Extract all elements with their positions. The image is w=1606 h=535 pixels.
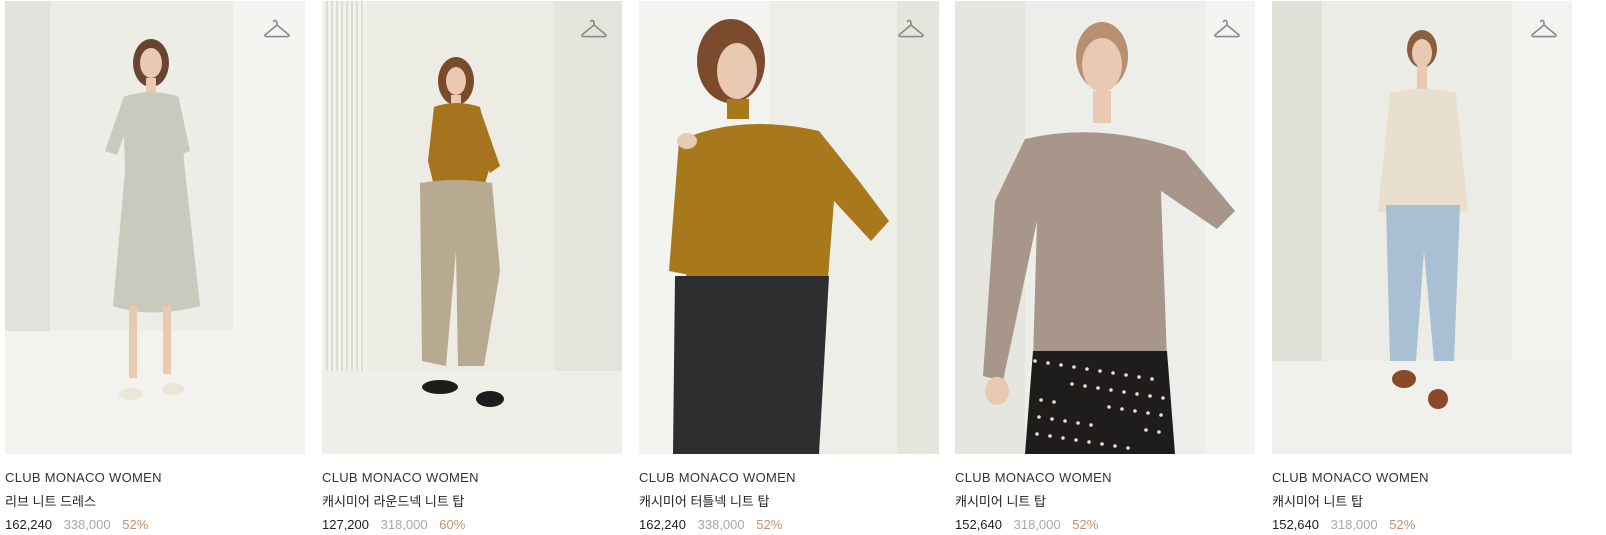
product-brand[interactable]: CLUB MONACO WOMEN [322, 470, 622, 486]
discount-rate: 52% [756, 517, 783, 532]
product-prices: 162,240 338,000 52% [639, 517, 939, 533]
product-brand[interactable]: CLUB MONACO WOMEN [955, 470, 1255, 486]
product-prices: 162,240 338,000 52% [5, 517, 305, 533]
hanger-icon[interactable] [1530, 17, 1558, 41]
hanger-icon[interactable] [897, 17, 925, 41]
original-price: 338,000 [697, 517, 745, 532]
product-photo [639, 1, 939, 454]
hanger-icon[interactable] [263, 17, 291, 41]
product-brand[interactable]: CLUB MONACO WOMEN [5, 470, 305, 486]
original-price: 318,000 [1330, 517, 1378, 532]
product-brand[interactable]: CLUB MONACO WOMEN [1272, 470, 1572, 486]
product-card[interactable]: CLUB MONACO WOMEN 캐시미어 니트 탑 152,640 318,… [955, 1, 1255, 533]
product-image[interactable] [1272, 1, 1572, 454]
product-photo [955, 1, 1255, 454]
sale-price: 127,200 [322, 517, 369, 532]
sale-price: 162,240 [639, 517, 686, 532]
product-name[interactable]: 리브 니트 드레스 [5, 494, 305, 510]
product-image[interactable] [322, 1, 622, 454]
discount-rate: 52% [1389, 517, 1416, 532]
product-card[interactable]: CLUB MONACO WOMEN 캐시미어 라운드넥 니트 탑 127,200… [322, 1, 622, 533]
product-brand[interactable]: CLUB MONACO WOMEN [639, 470, 939, 486]
product-grid: CLUB MONACO WOMEN 리브 니트 드레스 162,240 338,… [5, 1, 1601, 535]
discount-rate: 60% [439, 517, 466, 532]
product-card[interactable]: CLUB MONACO WOMEN 리브 니트 드레스 162,240 338,… [5, 1, 305, 533]
original-price: 338,000 [63, 517, 111, 532]
product-prices: 152,640 318,000 52% [955, 517, 1255, 533]
hanger-icon[interactable] [580, 17, 608, 41]
product-prices: 127,200 318,000 60% [322, 517, 622, 533]
product-photo [1272, 1, 1572, 454]
sale-price: 162,240 [5, 517, 52, 532]
sale-price: 152,640 [1272, 517, 1319, 532]
product-image[interactable] [639, 1, 939, 454]
product-name[interactable]: 캐시미어 니트 탑 [955, 494, 1255, 510]
product-card[interactable]: CLUB MONACO WOMEN 캐시미어 니트 탑 152,640 318,… [1272, 1, 1572, 533]
product-prices: 152,640 318,000 52% [1272, 517, 1572, 533]
product-photo [322, 1, 622, 454]
product-image[interactable] [955, 1, 1255, 454]
sale-price: 152,640 [955, 517, 1002, 532]
original-price: 318,000 [380, 517, 428, 532]
hanger-icon[interactable] [1213, 17, 1241, 41]
product-image[interactable] [5, 1, 305, 454]
product-name[interactable]: 캐시미어 니트 탑 [1272, 494, 1572, 510]
discount-rate: 52% [122, 517, 149, 532]
product-name[interactable]: 캐시미어 라운드넥 니트 탑 [322, 494, 622, 510]
discount-rate: 52% [1072, 517, 1099, 532]
product-name[interactable]: 캐시미어 터틀넥 니트 탑 [639, 494, 939, 510]
product-card[interactable]: CLUB MONACO WOMEN 캐시미어 터틀넥 니트 탑 162,240 … [639, 1, 939, 533]
product-photo [5, 1, 305, 454]
original-price: 318,000 [1013, 517, 1061, 532]
